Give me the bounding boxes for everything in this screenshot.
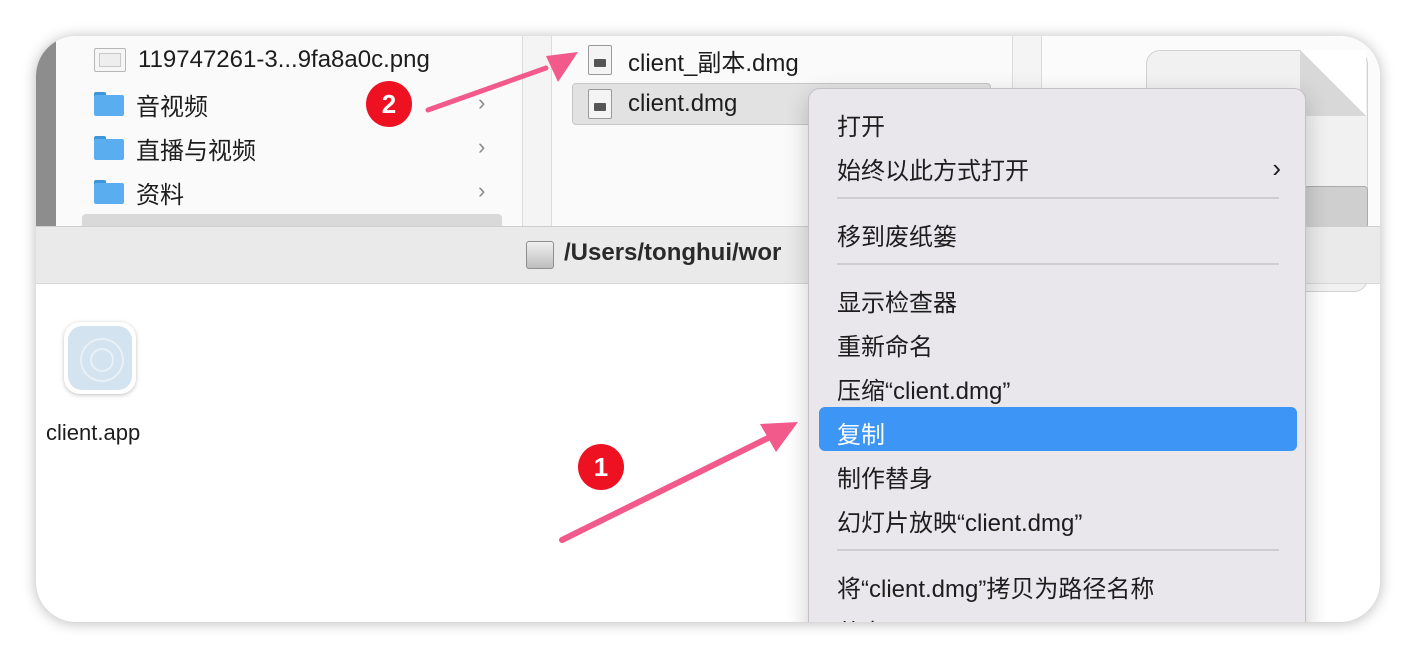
chevron-right-icon: ›	[478, 134, 486, 159]
menu-item-always-open-with[interactable]: 始终以此方式打开	[837, 151, 1029, 186]
column-gap	[523, 36, 551, 226]
menu-item-open[interactable]: 打开	[837, 107, 885, 142]
sidebar-item-label: 直播与视频	[136, 137, 256, 165]
sidebar-item-png-file[interactable]: 119747261-3...9fa8a0c.png	[94, 38, 430, 82]
dmg-file-icon	[588, 45, 612, 75]
file-item-label: client_副本.dmg	[628, 49, 799, 77]
menu-item-share[interactable]: 共享	[837, 613, 885, 622]
menu-item-slideshow[interactable]: 幻灯片放映“client.dmg”	[837, 503, 1082, 538]
menu-item-show-inspector[interactable]: 显示检查器	[837, 283, 957, 318]
sidebar-item-label: 音视频	[136, 93, 208, 121]
disk-image-icon	[1304, 186, 1368, 228]
file-item-client-copy[interactable]: client_副本.dmg	[588, 38, 799, 82]
chevron-right-icon: ›	[1272, 153, 1281, 183]
menu-item-compress[interactable]: 压缩“client.dmg”	[837, 371, 1010, 406]
chevron-right-icon: ›	[478, 178, 486, 203]
screenshot-card: 119747261-3...9fa8a0c.png 音视频 › 直播与视频 › …	[36, 36, 1380, 622]
annotation-badge-1: 1	[578, 444, 624, 490]
path-text: /Users/tonghui/wor	[564, 239, 782, 266]
sidebar-item-live-video[interactable]: 直播与视频	[94, 126, 256, 170]
document-fold	[1300, 50, 1366, 116]
menu-separator	[837, 197, 1279, 199]
selected-row-partial[interactable]	[82, 214, 502, 226]
menu-item-duplicate[interactable]: 复制	[837, 415, 885, 450]
menu-selection-highlight	[819, 407, 1297, 451]
column-divider[interactable]	[551, 36, 552, 226]
file-item-label: client.dmg	[628, 90, 738, 117]
menu-separator	[837, 549, 1279, 551]
folder-icon	[94, 136, 124, 160]
disk-icon	[526, 241, 554, 269]
menu-item-rename[interactable]: 重新命名	[837, 327, 933, 362]
annotation-badge-2: 2	[366, 81, 412, 127]
menu-separator	[837, 263, 1279, 265]
menu-item-make-alias[interactable]: 制作替身	[837, 459, 933, 494]
sidebar-item-materials[interactable]: 资料	[94, 170, 184, 214]
app-placeholder-icon[interactable]	[64, 322, 136, 394]
dmg-file-icon	[588, 89, 612, 119]
window-edge	[36, 36, 56, 226]
menu-item-copy-as-pathname[interactable]: 将“client.dmg”拷贝为路径名称	[837, 569, 1154, 604]
folder-icon	[94, 92, 124, 116]
app-label[interactable]: client.app	[46, 420, 140, 446]
menu-item-move-to-trash[interactable]: 移到废纸篓	[837, 217, 957, 252]
png-file-icon	[94, 48, 126, 72]
sidebar-item-audio-video[interactable]: 音视频	[94, 82, 208, 126]
folder-icon	[94, 180, 124, 204]
context-menu: 打开 始终以此方式打开 › 移到废纸篓 显示检查器 重新命名 压缩“client…	[808, 88, 1306, 622]
file-item-client[interactable]: client.dmg	[588, 82, 737, 126]
sidebar-item-label: 资料	[136, 181, 184, 209]
chevron-right-icon: ›	[478, 90, 486, 115]
sidebar-item-label: 119747261-3...9fa8a0c.png	[138, 46, 430, 73]
